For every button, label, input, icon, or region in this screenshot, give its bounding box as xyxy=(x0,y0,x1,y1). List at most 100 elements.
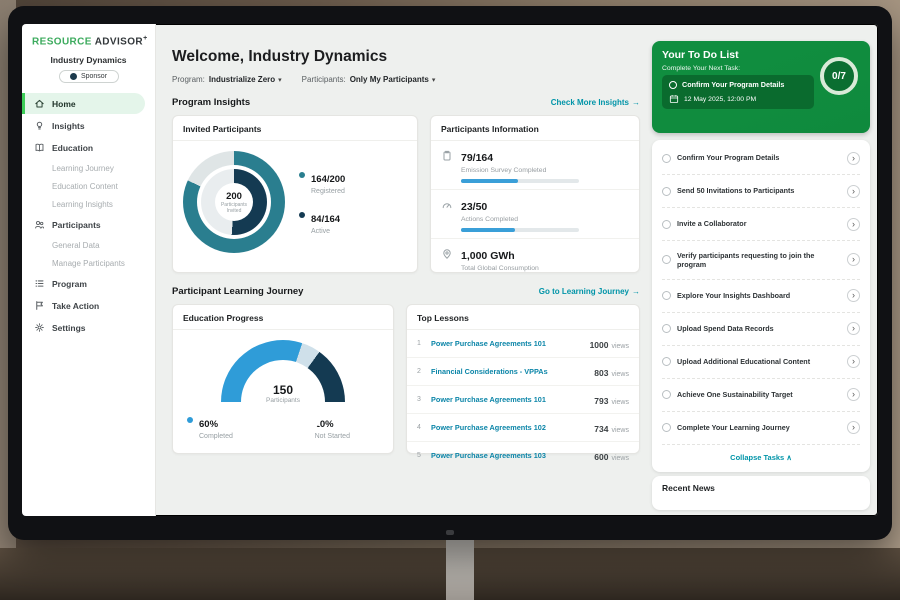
sidebar-item-home[interactable]: Home xyxy=(22,93,145,114)
task-row[interactable]: Upload Spend Data Records › xyxy=(662,313,860,346)
filters-bar: Program: Industrialize Zero ▾ Participan… xyxy=(172,75,640,84)
sidebar-item-program[interactable]: Program xyxy=(22,273,155,294)
next-task-pill[interactable]: Confirm Your Program Details 12 May 2025… xyxy=(662,75,814,109)
chevron-right-icon[interactable]: › xyxy=(847,355,860,368)
lesson-link[interactable]: Power Purchase Agreements 101 xyxy=(431,339,584,348)
invited-legend: 164/200 Registered 84/164 Active xyxy=(299,169,345,235)
go-to-learning-journey-link[interactable]: Go to Learning Journey→ xyxy=(539,287,640,296)
task-checkbox[interactable] xyxy=(662,291,671,300)
chevron-right-icon[interactable]: › xyxy=(847,218,860,231)
task-label: Confirm Your Program Details xyxy=(677,153,841,162)
chevron-right-icon[interactable]: › xyxy=(847,289,860,302)
task-label: Achieve One Sustainability Target xyxy=(677,390,841,399)
program-filter[interactable]: Program: Industrialize Zero ▾ xyxy=(172,75,282,84)
task-row[interactable]: Achieve One Sustainability Target › xyxy=(662,379,860,412)
task-label: Explore Your Insights Dashboard xyxy=(677,291,841,300)
lesson-row: 2 Financial Considerations - VPPAs 803vi… xyxy=(407,358,639,386)
brand-secondary: ADVISOR xyxy=(95,36,143,47)
chevron-right-icon[interactable]: › xyxy=(847,253,860,266)
task-checkbox[interactable] xyxy=(662,154,671,163)
legend-label: Registered xyxy=(311,188,345,195)
task-checkbox[interactable] xyxy=(669,81,677,89)
legend-label: Active xyxy=(311,228,340,235)
lesson-rank: 1 xyxy=(417,340,425,347)
chevron-down-icon: ▾ xyxy=(278,76,282,84)
participants-filter[interactable]: Participants: Only My Participants ▾ xyxy=(302,75,436,84)
legend-value: 60% xyxy=(199,419,218,430)
participants-filter-label: Participants: xyxy=(302,75,346,84)
invited-participants-card: Invited Participants 200 Participants In… xyxy=(172,115,418,273)
chevron-right-icon[interactable]: › xyxy=(847,152,860,165)
lesson-link[interactable]: Power Purchase Agreements 102 xyxy=(431,423,588,432)
task-row[interactable]: Complete Your Learning Journey › xyxy=(662,412,860,445)
sidebar-item-education-content[interactable]: Education Content xyxy=(22,177,155,195)
task-checkbox[interactable] xyxy=(662,255,671,264)
sidebar-item-manage-participants[interactable]: Manage Participants xyxy=(22,254,155,272)
program-filter-value: Industrialize Zero xyxy=(209,75,275,84)
task-checkbox[interactable] xyxy=(662,390,671,399)
chevron-right-icon[interactable]: › xyxy=(847,388,860,401)
todo-progress-value: 0/7 xyxy=(832,71,846,82)
task-row[interactable]: Upload Additional Educational Content › xyxy=(662,346,860,379)
sidebar-item-general-data[interactable]: General Data xyxy=(22,236,155,254)
task-row[interactable]: Send 50 Invitations to Participants › xyxy=(662,175,860,208)
sidebar-item-label: Participants xyxy=(52,220,101,230)
chevron-down-icon: ▾ xyxy=(432,76,436,84)
lesson-link[interactable]: Power Purchase Agreements 101 xyxy=(431,395,588,404)
bezel-logo xyxy=(446,530,454,535)
book-icon xyxy=(34,142,45,153)
recent-news-title: Recent News xyxy=(662,483,715,493)
task-checkbox[interactable] xyxy=(662,220,671,229)
task-row[interactable]: Confirm Your Program Details › xyxy=(662,142,860,175)
task-row[interactable]: Explore Your Insights Dashboard › xyxy=(662,280,860,313)
task-row[interactable]: Verify participants requesting to join t… xyxy=(662,241,860,280)
collapse-tasks-button[interactable]: Collapse Tasks ∧ xyxy=(662,445,860,468)
chevron-right-icon[interactable]: › xyxy=(847,322,860,335)
org-name: Industry Dynamics xyxy=(22,55,155,65)
sidebar-item-learning-journey[interactable]: Learning Journey xyxy=(22,159,155,177)
task-checkbox[interactable] xyxy=(662,357,671,366)
sidebar-item-education[interactable]: Education xyxy=(22,137,155,158)
gauge-center-value: 150 xyxy=(221,383,345,397)
chevron-right-icon[interactable]: › xyxy=(847,421,860,434)
lesson-row: 3 Power Purchase Agreements 101 793views xyxy=(407,386,639,414)
sidebar-item-label: Insights xyxy=(52,121,85,131)
legend-item: 164/200 Registered xyxy=(299,169,345,195)
sidebar-item-learning-insights[interactable]: Learning Insights xyxy=(22,195,155,213)
learning-journey-header: Participant Learning Journey Go to Learn… xyxy=(172,286,640,297)
task-label: Upload Spend Data Records xyxy=(677,324,841,333)
info-row-consumption: 1,000 GWh Total Global Consumption xyxy=(431,239,639,278)
sponsor-badge[interactable]: Sponsor xyxy=(59,70,119,83)
lesson-row: 1 Power Purchase Agreements 101 1000view… xyxy=(407,330,639,358)
list-icon xyxy=(34,278,45,289)
legend-value: 164/200 xyxy=(311,174,345,185)
top-lessons-card: Top Lessons 1 Power Purchase Agreements … xyxy=(406,304,640,454)
sidebar-item-take-action[interactable]: Take Action xyxy=(22,295,155,316)
lesson-rank: 3 xyxy=(417,396,425,403)
lesson-row: 5 Power Purchase Agreements 103 600views xyxy=(407,442,639,469)
arrow-right-icon: → xyxy=(632,287,640,296)
task-checkbox[interactable] xyxy=(662,187,671,196)
task-checkbox[interactable] xyxy=(662,423,671,432)
legend-dot-active xyxy=(299,212,305,218)
people-icon xyxy=(34,219,45,230)
sidebar-item-participants[interactable]: Participants xyxy=(22,214,155,235)
lesson-link[interactable]: Financial Considerations - VPPAs xyxy=(431,367,588,376)
info-row-emission-survey: 79/164 Emission Survey Completed xyxy=(431,141,639,190)
lesson-link[interactable]: Power Purchase Agreements 103 xyxy=(431,451,588,460)
sidebar-item-label: Education xyxy=(52,143,93,153)
check-more-insights-link[interactable]: Check More Insights→ xyxy=(551,98,640,107)
lesson-views: 1000 xyxy=(590,340,609,350)
main-content: Welcome, Industry Dynamics Program: Indu… xyxy=(156,24,652,516)
card-title: Participants Information xyxy=(431,116,639,141)
sidebar-item-settings[interactable]: Settings xyxy=(22,317,155,338)
recent-news-card[interactable]: Recent News xyxy=(652,476,870,510)
link-label: Check More Insights xyxy=(551,98,629,107)
todo-progress-ring: 0/7 xyxy=(820,57,858,95)
task-row[interactable]: Invite a Collaborator › xyxy=(662,208,860,241)
sidebar-item-insights[interactable]: Insights xyxy=(22,115,155,136)
insights-cards-row: Invited Participants 200 Participants In… xyxy=(172,115,640,273)
chevron-right-icon[interactable]: › xyxy=(847,185,860,198)
education-progress-card: Education Progress 150 Participants xyxy=(172,304,394,454)
task-checkbox[interactable] xyxy=(662,324,671,333)
